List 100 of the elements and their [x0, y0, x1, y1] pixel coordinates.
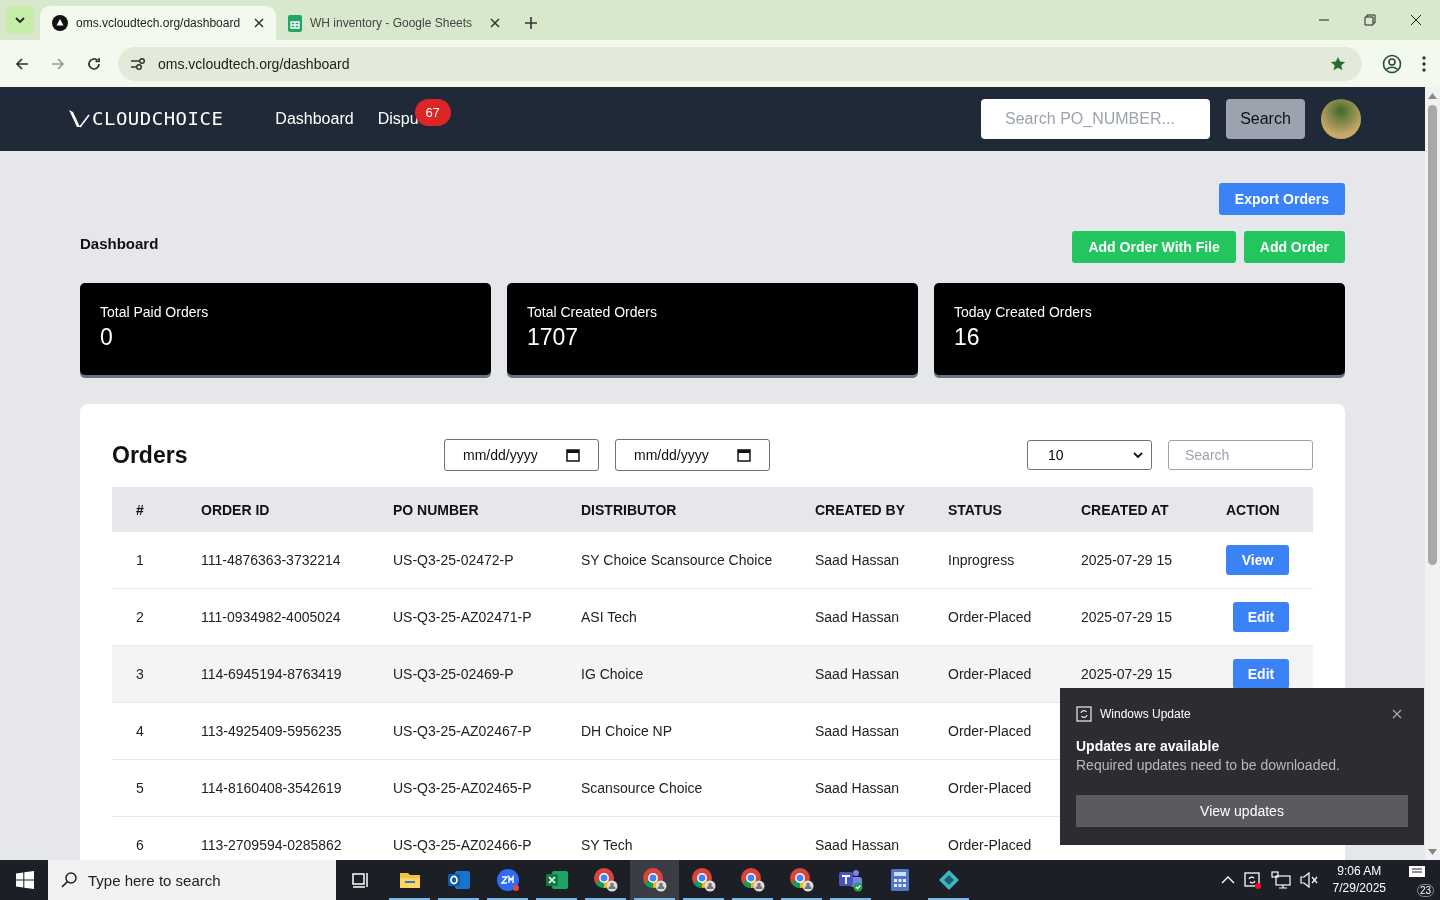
taskbar-app[interactable]	[630, 860, 679, 900]
column-header: CREATED BY	[815, 501, 906, 518]
triangle-logo-icon	[52, 15, 68, 31]
table-cell: US-Q3-25-AZ02465-P	[393, 780, 532, 796]
mail-app-icon	[446, 869, 471, 891]
view-updates-button[interactable]: View updates	[1076, 795, 1408, 827]
column-header: STATUS	[948, 501, 1003, 518]
back-arrow-icon[interactable]	[14, 55, 30, 72]
browser-tab[interactable]: oms.vcloudtech.org/dashboard	[40, 6, 276, 40]
page-title: Dashboard	[80, 234, 159, 252]
stat-label: Total Paid Orders	[100, 304, 210, 320]
table-cell: US-Q3-25-02469-P	[393, 666, 514, 682]
stat-value: 1707	[527, 324, 580, 351]
notification-app: Windows Update	[1100, 707, 1191, 721]
table-row[interactable]: 1 111-4876363-3732214 US-Q3-25-02472-P SY Choice Scansource Choice Saad Hassan Inprogress 2025-07-29 15 View	[112, 532, 1313, 589]
calculator-icon	[890, 869, 909, 891]
date-field[interactable]: mm/dd/yyyy	[615, 439, 770, 471]
close-icon[interactable]	[1392, 709, 1402, 719]
table-cell: 2	[136, 609, 144, 625]
table-cell: Saad Hassan	[815, 552, 900, 568]
task-view-icon	[350, 871, 371, 889]
v-logo-icon	[68, 109, 90, 129]
star-icon[interactable]	[1330, 55, 1346, 72]
stat-label: Total Created Orders	[527, 304, 658, 320]
calendar-icon[interactable]	[566, 448, 580, 462]
stat-value: 0	[100, 324, 114, 351]
table-cell: Order-Placed	[948, 837, 1032, 853]
row-action-button[interactable]: View	[1226, 545, 1289, 575]
column-header: DISTRIBUTOR	[581, 501, 678, 518]
calendar-icon[interactable]	[737, 448, 751, 462]
search-icon	[60, 871, 78, 889]
column-header: ORDER ID	[201, 501, 271, 518]
column-header: #	[135, 501, 145, 518]
table-cell: SY Choice Scansource Choice	[581, 552, 773, 568]
site-settings-icon[interactable]	[130, 56, 146, 71]
stat-value: 16	[954, 324, 981, 351]
scroll-thumb[interactable]	[1428, 105, 1437, 565]
new-tab-icon[interactable]	[524, 16, 538, 30]
close-icon[interactable]	[490, 18, 500, 28]
browser-tab[interactable]: WH inventory - Google Sheets	[276, 6, 512, 40]
spreadsheet-icon	[288, 14, 302, 32]
search-field[interactable]: Search PO_NUMBER...	[981, 99, 1210, 139]
nav-link[interactable]: Dashboard	[275, 110, 354, 127]
table-cell: Saad Hassan	[815, 723, 900, 739]
taskbar-search-field[interactable]: Type here to search	[48, 860, 336, 900]
search-button[interactable]: Search	[1226, 99, 1305, 139]
chevron-down-icon	[1133, 451, 1143, 459]
table-cell: SY Tech	[581, 837, 633, 853]
search-field[interactable]: Search	[1168, 440, 1313, 470]
table-cell: US-Q3-25-AZ02466-P	[393, 837, 532, 853]
team-chat-icon	[837, 868, 864, 892]
browser-profile-icon	[690, 867, 717, 893]
clock[interactable]: 9:06 AM 7/29/2025	[1332, 863, 1386, 897]
diamond-app-icon	[937, 869, 960, 891]
browser-profile-icon	[641, 867, 668, 893]
table-cell: 3	[136, 666, 144, 682]
table-cell: 113-4925409-5956235	[201, 723, 342, 739]
tab-title: WH inventory - Google Sheets	[310, 16, 474, 30]
notification-count: 23	[1416, 884, 1434, 897]
column-header: PO NUMBER	[393, 501, 480, 518]
row-action-button[interactable]: Edit	[1233, 659, 1289, 689]
windows-start-icon[interactable]	[16, 871, 34, 889]
table-cell: Order-Placed	[948, 609, 1032, 625]
chevron-up-icon[interactable]	[1220, 876, 1235, 884]
close-icon[interactable]	[1410, 14, 1422, 26]
forward-arrow-icon[interactable]	[50, 55, 66, 72]
table-cell: Order-Placed	[948, 780, 1032, 796]
speaker-muted-icon[interactable]	[1298, 872, 1319, 888]
table-row[interactable]: 3 114-6945194-8763419 US-Q3-25-02469-P IG Choice Saad Hassan Order-Placed 2025-07-29 15 Edit	[112, 646, 1313, 703]
table-cell: 1	[136, 552, 144, 568]
tab-title: oms.vcloudtech.org/dashboard	[76, 16, 242, 30]
scroll-down-icon[interactable]	[1428, 849, 1437, 855]
table-cell: Saad Hassan	[815, 609, 900, 625]
export-button[interactable]: Export Orders	[1218, 183, 1345, 215]
tab-list-button[interactable]	[6, 6, 34, 34]
logo-text: CLOUDCHOICE	[92, 109, 224, 129]
table-cell: 111-0934982-4005024	[201, 609, 341, 625]
table-cell: DH Choice NP	[581, 723, 673, 739]
table-cell: Scansource Choice	[581, 780, 703, 796]
table-cell: US-Q3-25-AZ02467-P	[393, 723, 532, 739]
address-field[interactable]: oms.vcloudtech.org/dashboard	[118, 46, 1362, 81]
table-cell: Order-Placed	[948, 723, 1032, 739]
spreadsheet-icon	[544, 869, 569, 891]
restore-icon[interactable]	[1364, 14, 1376, 26]
close-icon[interactable]	[254, 18, 264, 28]
photo-placeholder[interactable]	[1321, 99, 1361, 139]
date-field[interactable]: mm/dd/yyyy	[444, 439, 599, 471]
update-icon[interactable]	[1242, 871, 1263, 889]
table-cell: 6	[136, 837, 144, 853]
row-action-button[interactable]: Edit	[1233, 602, 1289, 632]
menu-icon[interactable]	[1422, 55, 1426, 72]
table-cell: 4	[136, 723, 144, 739]
scrollbar[interactable]	[1425, 87, 1440, 860]
profile-icon[interactable]	[1382, 53, 1402, 74]
table-cell: Inprogress	[948, 552, 1015, 568]
scroll-up-icon[interactable]	[1428, 93, 1437, 99]
network-icon[interactable]	[1270, 871, 1291, 889]
page-size-select[interactable]: 10	[1027, 440, 1152, 470]
action-center-button[interactable]: 23	[1402, 865, 1432, 895]
reload-icon[interactable]	[86, 55, 102, 72]
